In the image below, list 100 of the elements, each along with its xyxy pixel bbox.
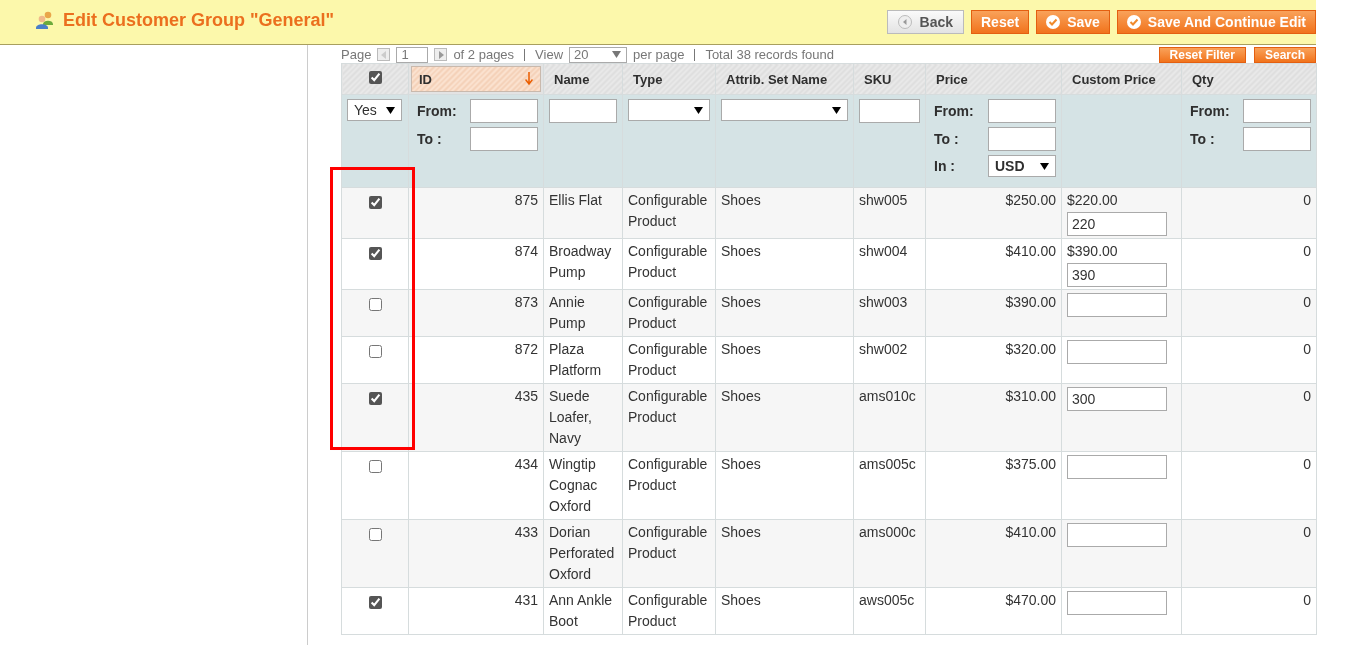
table-cell: Shoes: [721, 388, 761, 404]
table-cell: $320.00: [1005, 341, 1056, 357]
caret-icon: [694, 106, 703, 114]
from-label: From:: [933, 103, 974, 119]
table-cell: $410.00: [1005, 243, 1056, 259]
table-cell: shw005: [859, 192, 908, 208]
table-cell: $375.00: [1005, 456, 1056, 472]
caret-icon: [386, 106, 395, 114]
check-icon: [1126, 14, 1141, 29]
page-count: of 2 pages: [453, 47, 515, 62]
table-cell-text: Dorian Perforated Oxford: [549, 523, 616, 584]
column-header[interactable]: Custom Price: [1061, 63, 1182, 95]
row-checkbox[interactable]: [368, 528, 382, 541]
filter-field[interactable]: [859, 99, 920, 123]
from-field[interactable]: [470, 99, 538, 123]
table-cell-text: Configurable Product: [628, 293, 709, 333]
table-cell-text: Configurable Product: [628, 591, 709, 631]
view-label: View: [535, 47, 564, 62]
row-checkbox[interactable]: [368, 196, 382, 209]
to-label: To :: [416, 131, 442, 147]
table-cell: 0: [1303, 524, 1311, 540]
filter-field[interactable]: [549, 99, 617, 123]
column-header[interactable]: Type: [622, 63, 716, 95]
table-cell-text: Configurable Product: [628, 340, 709, 380]
check-icon: [1046, 14, 1061, 29]
to-field[interactable]: [1243, 127, 1311, 151]
column-header[interactable]: Name: [543, 63, 623, 95]
custom-price-field[interactable]: [1067, 591, 1167, 615]
table-cell: 434: [514, 456, 538, 472]
caret-icon: [1040, 162, 1049, 170]
table-cell: aws005c: [859, 592, 915, 608]
filter-select[interactable]: [721, 99, 848, 121]
table-cell: 0: [1303, 592, 1311, 608]
table-cell: shw003: [859, 294, 908, 310]
records-total: Total 38 records found: [705, 47, 834, 62]
next-page-icon[interactable]: [434, 48, 448, 61]
row-checkbox[interactable]: [368, 460, 382, 473]
custom-price-field[interactable]: [1067, 293, 1167, 317]
table-cell: 873: [514, 294, 538, 310]
table-cell: 0: [1303, 388, 1311, 404]
custom-price-field[interactable]: [1067, 523, 1167, 547]
custom-price-field[interactable]: 300: [1067, 387, 1167, 411]
table-cell: shw002: [859, 341, 908, 357]
table-cell-text: Broadway Pump: [549, 242, 613, 282]
table-cell-text: Wingtip Cognac Oxford: [549, 455, 599, 516]
row-checkbox[interactable]: [368, 298, 382, 311]
table-cell-text: Configurable Product: [628, 523, 709, 563]
table-cell-text: Ellis Flat: [549, 191, 603, 210]
table-cell: Shoes: [721, 524, 761, 540]
column-header[interactable]: ID: [408, 63, 544, 95]
sort-down-arrow-icon: [525, 72, 533, 85]
to-label: To :: [1189, 131, 1215, 147]
table-cell-text: Configurable Product: [628, 455, 709, 495]
table-cell: 0: [1303, 456, 1311, 472]
column-header[interactable]: Attrib. Set Name: [715, 63, 854, 95]
table-cell-text: Plaza Platform: [549, 340, 603, 380]
row-checkbox[interactable]: [368, 345, 382, 358]
from-label: From:: [1189, 103, 1230, 119]
column-header[interactable]: Qty: [1181, 63, 1317, 95]
per-page-select[interactable]: 20: [569, 46, 628, 63]
table-cell-text: Configurable Product: [628, 191, 709, 231]
row-checkbox[interactable]: [368, 247, 382, 260]
custom-price-field[interactable]: 220: [1067, 212, 1167, 236]
back-button[interactable]: Back: [886, 9, 964, 34]
table-cell: $310.00: [1005, 388, 1056, 404]
custom-price-field[interactable]: [1067, 455, 1167, 479]
table-cell: ams005c: [859, 456, 916, 472]
table-cell: Shoes: [721, 243, 761, 259]
to-field[interactable]: [470, 127, 538, 151]
table-cell: Shoes: [721, 456, 761, 472]
currency-select[interactable]: USD: [988, 155, 1056, 177]
per-page-label: per page: [633, 47, 685, 62]
row-checkbox[interactable]: [368, 596, 382, 609]
to-field[interactable]: [988, 127, 1056, 151]
page-field[interactable]: 1: [396, 46, 429, 63]
row-checkbox[interactable]: [368, 392, 382, 405]
table-cell: 874: [514, 243, 538, 259]
custom-price-field[interactable]: 390: [1067, 263, 1167, 287]
filter-select[interactable]: Yes: [347, 99, 402, 121]
caret-icon: [612, 51, 622, 58]
pager-label: Page: [341, 47, 372, 62]
previous-page-icon[interactable]: [377, 48, 391, 61]
custom-price-field[interactable]: [1067, 340, 1167, 364]
table-cell: 435: [514, 388, 538, 404]
table-cell-text: Configurable Product: [628, 242, 709, 282]
filter-select[interactable]: [628, 99, 710, 121]
from-field[interactable]: [988, 99, 1056, 123]
table-cell: ams000c: [859, 524, 916, 540]
from-label: From:: [416, 103, 457, 119]
table-cell: 0: [1303, 294, 1311, 310]
table-cell: ams010c: [859, 388, 916, 404]
table-cell-text: Configurable Product: [628, 387, 709, 427]
table-cell-text: $390.00: [1067, 242, 1119, 261]
from-field[interactable]: [1243, 99, 1311, 123]
table-cell: Shoes: [721, 192, 761, 208]
table-cell: 431: [514, 592, 538, 608]
column-header[interactable]: Price: [925, 63, 1062, 95]
table-cell: 875: [514, 192, 538, 208]
select-all-checkbox[interactable]: [368, 71, 382, 84]
column-header[interactable]: SKU: [853, 63, 926, 95]
